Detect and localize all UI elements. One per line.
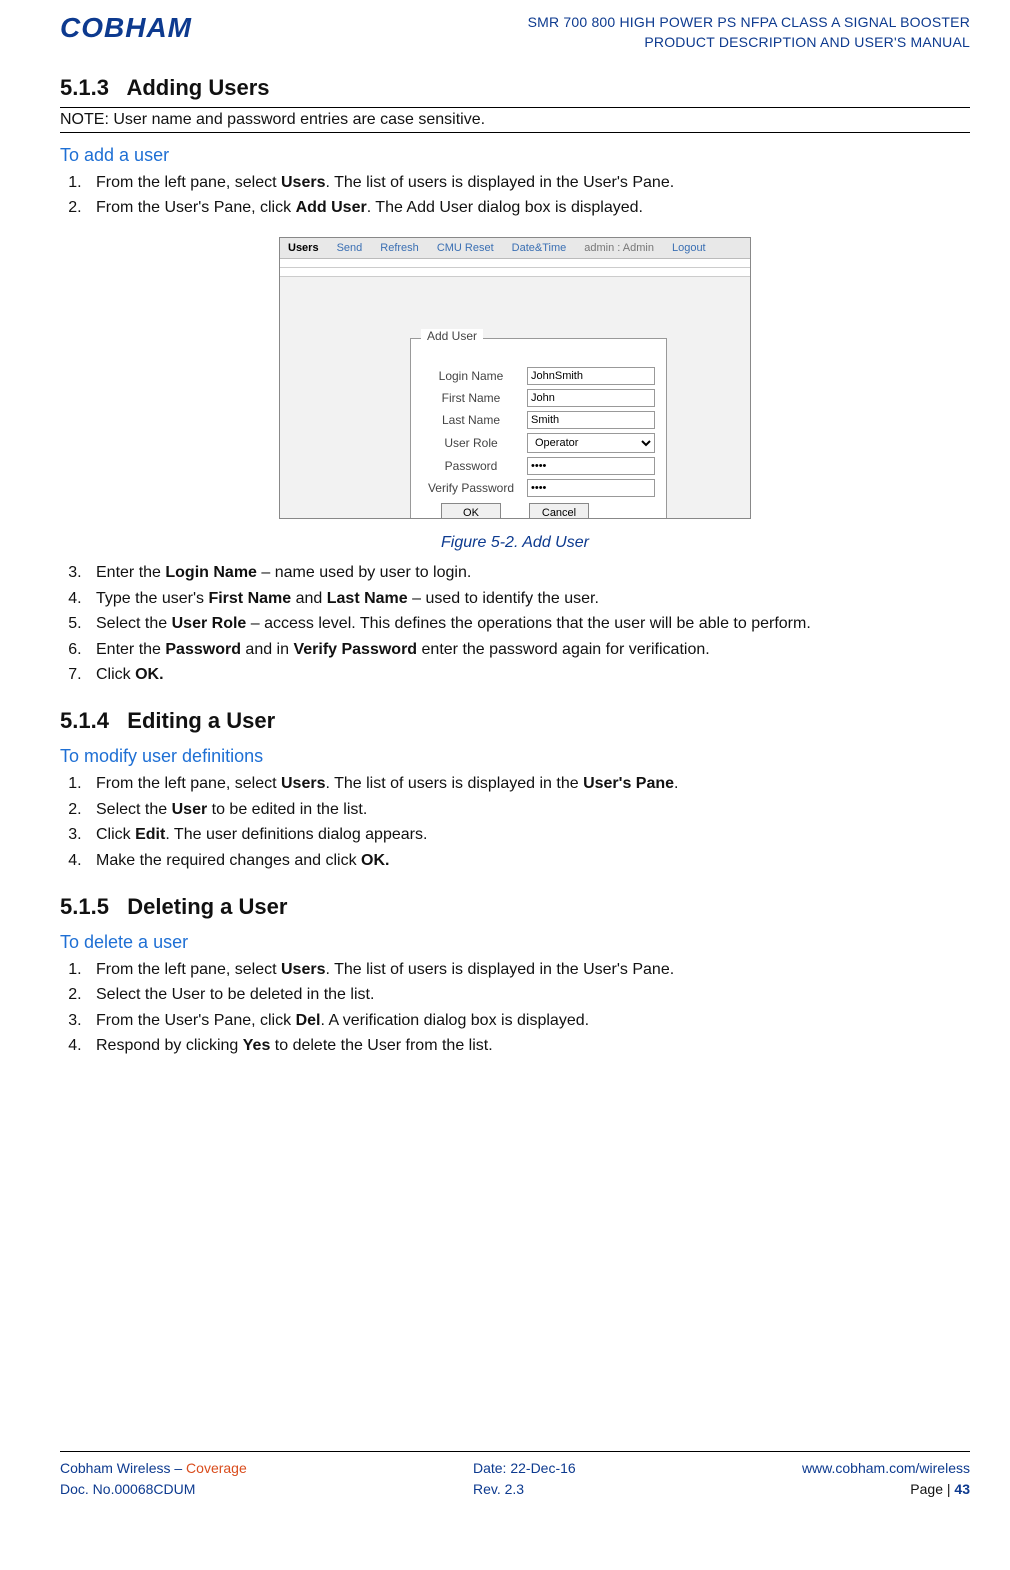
step-4: Type the user's First Name and Last Name… — [86, 588, 970, 610]
header-doc-title: SMR 700 800 HIGH POWER PS NFPA CLASS A S… — [528, 12, 970, 53]
password-input[interactable] — [527, 457, 655, 475]
step-3: Enter the Login Name – name used by user… — [86, 562, 970, 584]
step-4: Respond by clicking Yes to delete the Us… — [86, 1035, 970, 1057]
edit-user-steps: From the left pane, select Users. The li… — [60, 773, 970, 872]
first-name-input[interactable] — [527, 389, 655, 407]
step-3: Click Edit. The user definitions dialog … — [86, 824, 970, 846]
step-1: From the left pane, select Users. The li… — [86, 959, 970, 981]
figure-5-2: Users Send Refresh CMU Reset Date&Time a… — [60, 237, 970, 552]
figure-caption: Figure 5-2. Add User — [60, 534, 970, 552]
tb-datetime: Date&Time — [512, 242, 567, 254]
screenshot-toolbar: Users Send Refresh CMU Reset Date&Time a… — [280, 238, 750, 259]
add-user-dialog: Add User Login Name First Name Last Name… — [410, 338, 667, 519]
step-2: Select the User to be edited in the list… — [86, 799, 970, 821]
step-2: From the User's Pane, click Add User. Th… — [86, 197, 970, 219]
subhead-add-user: To add a user — [60, 145, 970, 166]
screenshot-strip-1 — [280, 259, 750, 268]
footer-url: www.cobham.com/wireless — [802, 1458, 970, 1479]
footer-date: Date: 22-Dec-16 — [473, 1458, 576, 1479]
step-4: Make the required changes and click OK. — [86, 850, 970, 872]
footer-page-number: 43 — [954, 1481, 970, 1497]
tb-cmu-reset: CMU Reset — [437, 242, 494, 254]
section-number: 5.1.5 — [60, 894, 109, 919]
section-title: Deleting a User — [127, 894, 287, 919]
step-1: From the left pane, select Users. The li… — [86, 172, 970, 194]
section-number: 5.1.4 — [60, 708, 109, 733]
tb-send: Send — [337, 242, 363, 254]
step-7: Click OK. — [86, 664, 970, 686]
add-user-screenshot: Users Send Refresh CMU Reset Date&Time a… — [279, 237, 751, 519]
section-title: Editing a User — [127, 708, 275, 733]
verify-password-input[interactable] — [527, 479, 655, 497]
step-6: Enter the Password and in Verify Passwor… — [86, 639, 970, 661]
section-title: Adding Users — [126, 75, 269, 100]
verify-password-label: Verify Password — [421, 481, 521, 495]
footer-company: Cobham Wireless – — [60, 1460, 186, 1476]
step-5: Select the User Role – access level. Thi… — [86, 613, 970, 635]
brand-logo: COBHAM — [60, 12, 192, 44]
add-user-steps-part2: Enter the Login Name – name used by user… — [60, 562, 970, 686]
dialog-legend: Add User — [421, 329, 483, 343]
footer-right: www.cobham.com/wireless Page | 43 — [802, 1458, 970, 1500]
footer-coverage: Coverage — [186, 1460, 247, 1476]
login-name-input[interactable] — [527, 367, 655, 385]
last-name-label: Last Name — [421, 413, 521, 427]
subhead-edit-user: To modify user definitions — [60, 746, 970, 767]
subhead-delete-user: To delete a user — [60, 932, 970, 953]
cancel-button[interactable]: Cancel — [529, 503, 589, 519]
delete-user-steps: From the left pane, select Users. The li… — [60, 959, 970, 1058]
section-number: 5.1.3 — [60, 75, 109, 100]
tb-refresh: Refresh — [380, 242, 419, 254]
header-line-1: SMR 700 800 HIGH POWER PS NFPA CLASS A S… — [528, 12, 970, 32]
section-heading-5-1-3: 5.1.3 Adding Users — [60, 75, 970, 101]
page-header: COBHAM SMR 700 800 HIGH POWER PS NFPA CL… — [60, 12, 970, 53]
footer-page-label: Page | — [910, 1481, 954, 1497]
section-heading-5-1-4: 5.1.4 Editing a User — [60, 708, 970, 734]
last-name-input[interactable] — [527, 411, 655, 429]
password-label: Password — [421, 459, 521, 473]
ok-button[interactable]: OK — [441, 503, 501, 519]
user-role-select[interactable]: Operator — [527, 433, 655, 453]
tb-logout: Logout — [672, 242, 706, 254]
step-2: Select the User to be deleted in the lis… — [86, 984, 970, 1006]
step-1: From the left pane, select Users. The li… — [86, 773, 970, 795]
header-line-2: PRODUCT DESCRIPTION AND USER'S MANUAL — [528, 32, 970, 52]
page-footer: Cobham Wireless – Coverage Doc. No.00068… — [60, 1451, 970, 1500]
footer-left: Cobham Wireless – Coverage Doc. No.00068… — [60, 1458, 247, 1500]
login-name-label: Login Name — [421, 369, 521, 383]
footer-mid: Date: 22-Dec-16 Rev. 2.3 — [473, 1458, 576, 1500]
screenshot-strip-2 — [280, 268, 750, 277]
step-3: From the User's Pane, click Del. A verif… — [86, 1010, 970, 1032]
section-heading-5-1-5: 5.1.5 Deleting a User — [60, 894, 970, 920]
add-user-steps-part1: From the left pane, select Users. The li… — [60, 172, 970, 220]
tb-users: Users — [288, 242, 319, 254]
footer-rev: Rev. 2.3 — [473, 1479, 576, 1500]
user-role-label: User Role — [421, 436, 521, 450]
tb-admin: admin : Admin — [584, 242, 654, 254]
first-name-label: First Name — [421, 391, 521, 405]
note-case-sensitive: NOTE: User name and password entries are… — [60, 107, 970, 133]
footer-doc-no: Doc. No.00068CDUM — [60, 1479, 247, 1500]
